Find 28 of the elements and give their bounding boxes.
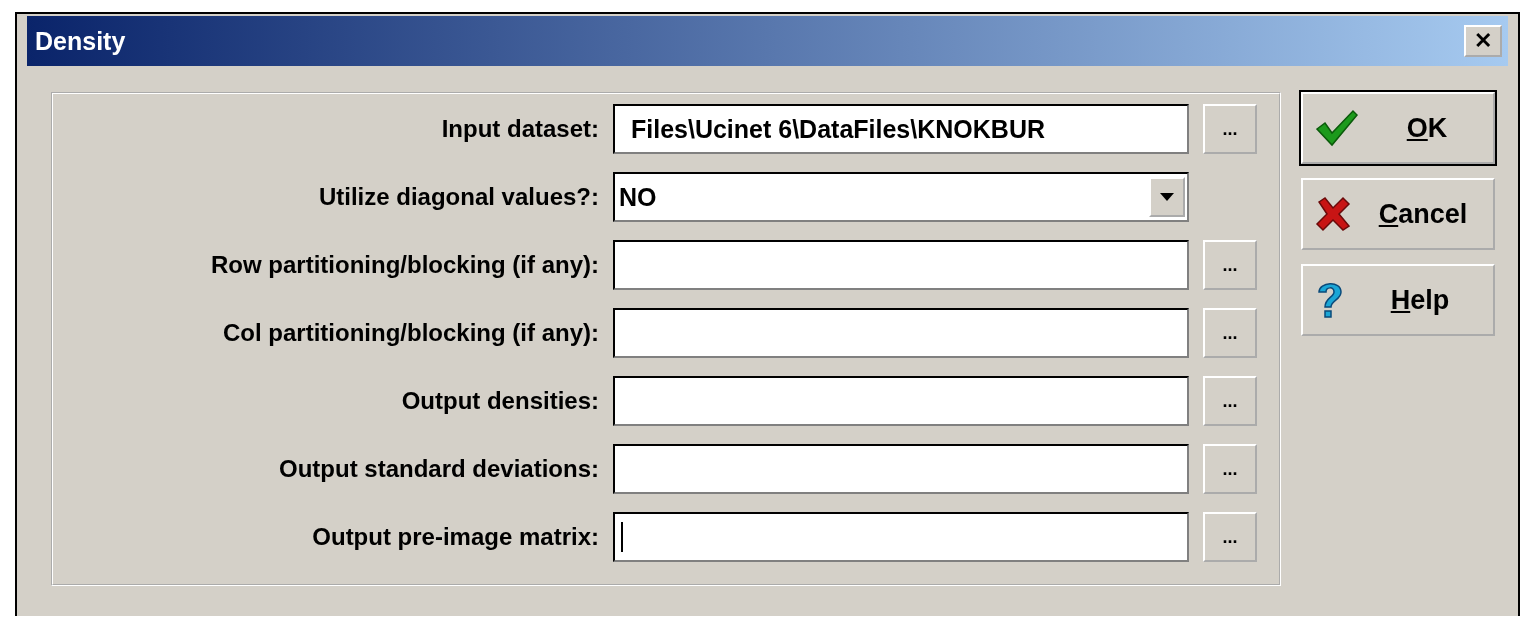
field-label: Col partitioning/blocking (if any): bbox=[222, 319, 600, 347]
browse-button[interactable]: ... bbox=[1203, 376, 1257, 426]
question-mark-icon bbox=[1315, 280, 1345, 320]
window-title: Density bbox=[35, 26, 126, 56]
help-button[interactable]: Help bbox=[1301, 264, 1495, 336]
field-label: Row partitioning/blocking (if any): bbox=[210, 251, 600, 279]
field-label: Output standard deviations: bbox=[278, 455, 600, 483]
ok-button[interactable]: OK bbox=[1301, 92, 1495, 164]
input-field[interactable] bbox=[613, 444, 1189, 494]
cross-icon bbox=[1315, 196, 1351, 232]
check-icon bbox=[1315, 109, 1359, 147]
field-label: Output densities: bbox=[400, 387, 600, 415]
field-label: Input dataset: bbox=[440, 115, 600, 143]
browse-button[interactable]: ... bbox=[1203, 240, 1257, 290]
input-field[interactable] bbox=[613, 308, 1189, 358]
close-button[interactable]: ✕ bbox=[1464, 25, 1502, 57]
browse-button[interactable]: ... bbox=[1203, 512, 1257, 562]
input-field[interactable] bbox=[613, 240, 1189, 290]
input-field[interactable]: Files\Ucinet 6\DataFiles\KNOKBUR bbox=[613, 104, 1189, 154]
browse-button[interactable]: ... bbox=[1203, 308, 1257, 358]
dropdown-field[interactable]: NO bbox=[613, 172, 1189, 222]
field-label: Output pre-image matrix: bbox=[311, 523, 600, 551]
browse-button[interactable]: ... bbox=[1203, 104, 1257, 154]
cancel-button[interactable]: Cancel bbox=[1301, 178, 1495, 250]
input-field[interactable] bbox=[613, 512, 1189, 562]
input-field[interactable] bbox=[613, 376, 1189, 426]
browse-button[interactable]: ... bbox=[1203, 444, 1257, 494]
field-label: Utilize diagonal values?: bbox=[317, 183, 600, 211]
